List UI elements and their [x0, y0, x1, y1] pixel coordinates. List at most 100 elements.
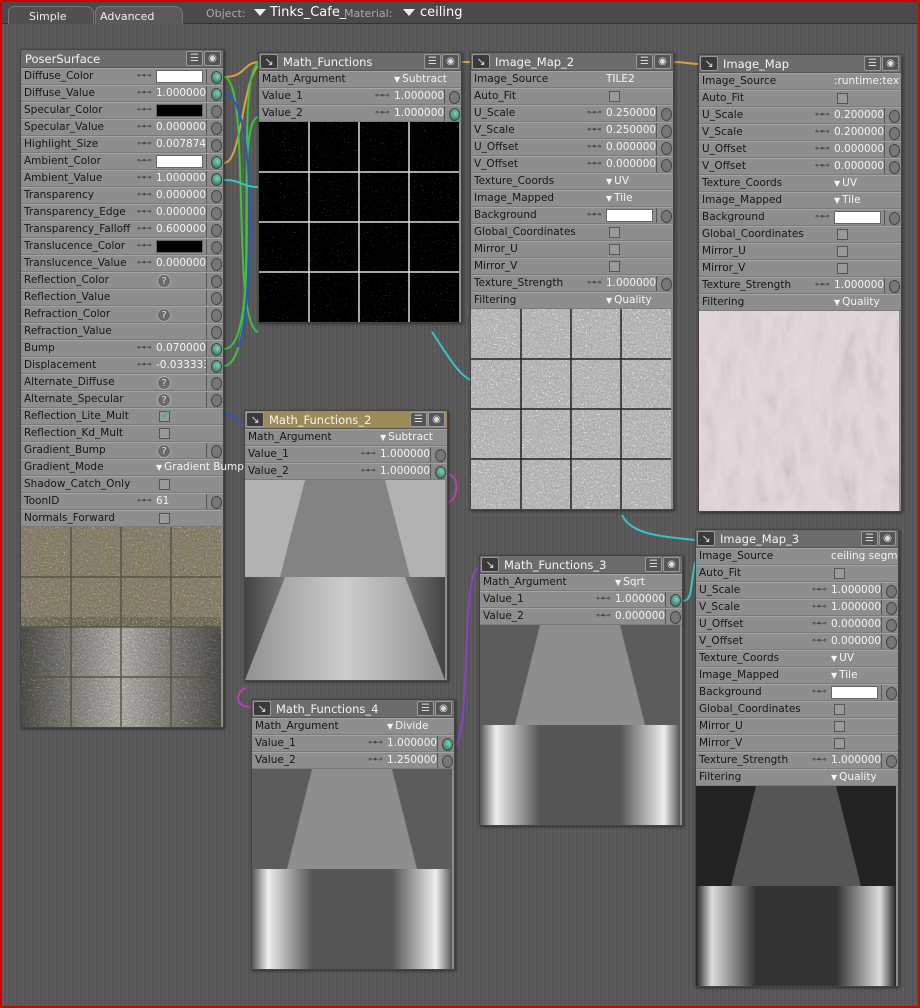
param-value-input[interactable]: 0.000000 [615, 610, 665, 622]
param-value-input[interactable]: 1.000000 [394, 90, 444, 102]
color-swatch[interactable] [606, 209, 653, 222]
param-value-input[interactable]: 0.000000 [834, 143, 884, 155]
param-value-input[interactable]: -0.033333 [156, 359, 210, 371]
node-header[interactable]: ↘ Math_Functions_2 ☰ ◉ [245, 411, 447, 429]
input-plug-icon[interactable] [437, 736, 454, 751]
help-icon[interactable]: ? [157, 444, 171, 458]
param-value-input[interactable]: 0.600000 [156, 223, 206, 235]
input-plug-icon[interactable] [206, 443, 223, 458]
input-plug-icon[interactable] [881, 753, 898, 768]
checkbox[interactable] [837, 93, 848, 104]
node-header[interactable]: ↘ Math_Functions_4 ☰ ◉ [252, 700, 454, 718]
wire-blue[interactable] [223, 413, 245, 423]
key-link-icon[interactable]: ⊶⊸ [137, 122, 151, 132]
preview-eye-icon[interactable]: ◉ [882, 56, 899, 71]
key-link-icon[interactable]: ⊶⊸ [368, 755, 382, 765]
input-plug-icon[interactable] [206, 69, 223, 84]
input-plug-icon[interactable] [206, 205, 223, 220]
key-link-icon[interactable]: ⊶⊸ [361, 466, 375, 476]
input-plug-icon[interactable] [444, 106, 461, 121]
key-link-icon[interactable]: ⊶⊸ [587, 159, 601, 169]
param-value-input[interactable]: 0.000000 [156, 121, 206, 133]
checkbox[interactable] [834, 738, 845, 749]
key-link-icon[interactable]: ⊶⊸ [812, 602, 826, 612]
param-value-input[interactable]: 1.000000 [831, 601, 881, 613]
key-link-icon[interactable]: ⊶⊸ [815, 110, 829, 120]
param-dropdown[interactable]: UV [834, 177, 857, 189]
param-value-input[interactable]: 1.250000 [387, 754, 437, 766]
input-plug-icon[interactable] [206, 86, 223, 101]
input-plug-icon[interactable] [430, 447, 447, 462]
node-type-icon[interactable]: ↘ [481, 557, 499, 572]
checkbox[interactable] [834, 704, 845, 715]
input-plug-icon[interactable] [656, 123, 673, 138]
color-swatch[interactable] [156, 104, 203, 117]
key-link-icon[interactable]: ⊶⊸ [587, 108, 601, 118]
wire-orange[interactable] [673, 61, 701, 65]
object-dropdown-icon[interactable] [254, 9, 266, 16]
param-value-input[interactable]: 1.000000 [156, 172, 206, 184]
checkbox[interactable] [609, 261, 620, 272]
node-poser[interactable]: PoserSurface ☰ ◉ Diffuse_Color ⊶⊸ Diffuse_Val… [20, 49, 244, 728]
key-link-icon[interactable]: ⊶⊸ [587, 210, 601, 220]
param-value-input[interactable]: 0.000000 [156, 189, 206, 201]
material-dropdown-icon[interactable] [403, 9, 415, 16]
key-link-icon[interactable]: ⊶⊸ [368, 738, 382, 748]
key-link-icon[interactable]: ⊶⊸ [812, 636, 826, 646]
input-plug-icon[interactable] [665, 609, 682, 624]
param-value-input[interactable]: 0.000000 [606, 141, 656, 153]
node-options-icon[interactable]: ☰ [861, 531, 878, 546]
key-link-icon[interactable]: ⊶⊸ [137, 190, 151, 200]
key-link-icon[interactable]: ⊶⊸ [137, 343, 151, 353]
param-dropdown[interactable]: Tile [831, 669, 857, 681]
key-link-icon[interactable]: ⊶⊸ [812, 585, 826, 595]
input-plug-icon[interactable] [884, 142, 901, 157]
node-type-icon[interactable]: ↘ [246, 412, 264, 427]
help-icon[interactable]: ? [157, 376, 171, 390]
node-im1[interactable]: ↘ Image_Map ☰◉ Image_Source:runtime:textur A… [698, 54, 902, 512]
wire-orange[interactable] [223, 61, 261, 78]
node-type-icon[interactable]: ↘ [253, 701, 271, 716]
input-plug-icon[interactable] [206, 307, 223, 322]
node-header[interactable]: PoserSurface ☰ ◉ [21, 50, 223, 68]
wire-cyan[interactable] [681, 561, 696, 602]
preview-eye-icon[interactable]: ◉ [442, 54, 459, 69]
input-plug-icon[interactable] [206, 341, 223, 356]
node-header[interactable]: ↘ Image_Map_3 ☰ ◉ [696, 530, 898, 548]
param-value-input[interactable]: 1.000000 [615, 593, 665, 605]
node-type-icon[interactable]: ↘ [700, 56, 718, 71]
tab-advanced[interactable]: Advanced [95, 6, 183, 24]
checkbox[interactable] [159, 428, 170, 439]
key-link-icon[interactable]: ⊶⊸ [137, 496, 151, 506]
input-plug-icon[interactable] [206, 154, 223, 169]
input-plug-icon[interactable] [206, 120, 223, 135]
checkbox[interactable] [159, 513, 170, 524]
input-plug-icon[interactable] [881, 685, 898, 700]
wire-cyan[interactable] [223, 179, 259, 188]
tab-simple[interactable]: Simple [8, 6, 94, 24]
input-plug-icon[interactable] [444, 89, 461, 104]
wire-orange[interactable] [223, 63, 261, 164]
node-type-icon[interactable]: ↘ [472, 54, 490, 69]
param-value-input[interactable]: 0.000000 [156, 206, 206, 218]
input-plug-icon[interactable] [206, 273, 223, 288]
input-plug-icon[interactable] [430, 464, 447, 479]
color-swatch[interactable] [156, 155, 203, 168]
object-select[interactable]: Tinks_Cafe_ [270, 5, 346, 20]
param-value-input[interactable]: 1.000000 [834, 279, 884, 291]
param-value-input[interactable]: 0.250000 [606, 107, 656, 119]
node-im3[interactable]: ↘ Image_Map_3 ☰◉ Image_Source ceiling segmen… [695, 529, 899, 987]
param-value-input[interactable]: 0.000000 [156, 257, 206, 269]
node-mf4[interactable]: ↘ Math_Functions_4 ☰◉ Math_Argument Divide Va… [251, 699, 455, 970]
param-value-input[interactable]: 1.000000 [387, 737, 437, 749]
param-dropdown[interactable]: Tile [834, 194, 860, 206]
param-value-input[interactable]: 1.000000 [831, 584, 881, 596]
input-plug-icon[interactable] [206, 137, 223, 152]
key-link-icon[interactable]: ⊶⊸ [815, 280, 829, 290]
node-type-icon[interactable]: ↘ [260, 54, 278, 69]
checkbox[interactable] [159, 479, 170, 490]
wire-cyan[interactable] [621, 514, 696, 541]
key-link-icon[interactable]: ⊶⊸ [812, 755, 826, 765]
input-plug-icon[interactable] [206, 171, 223, 186]
checkbox[interactable] [609, 91, 620, 102]
